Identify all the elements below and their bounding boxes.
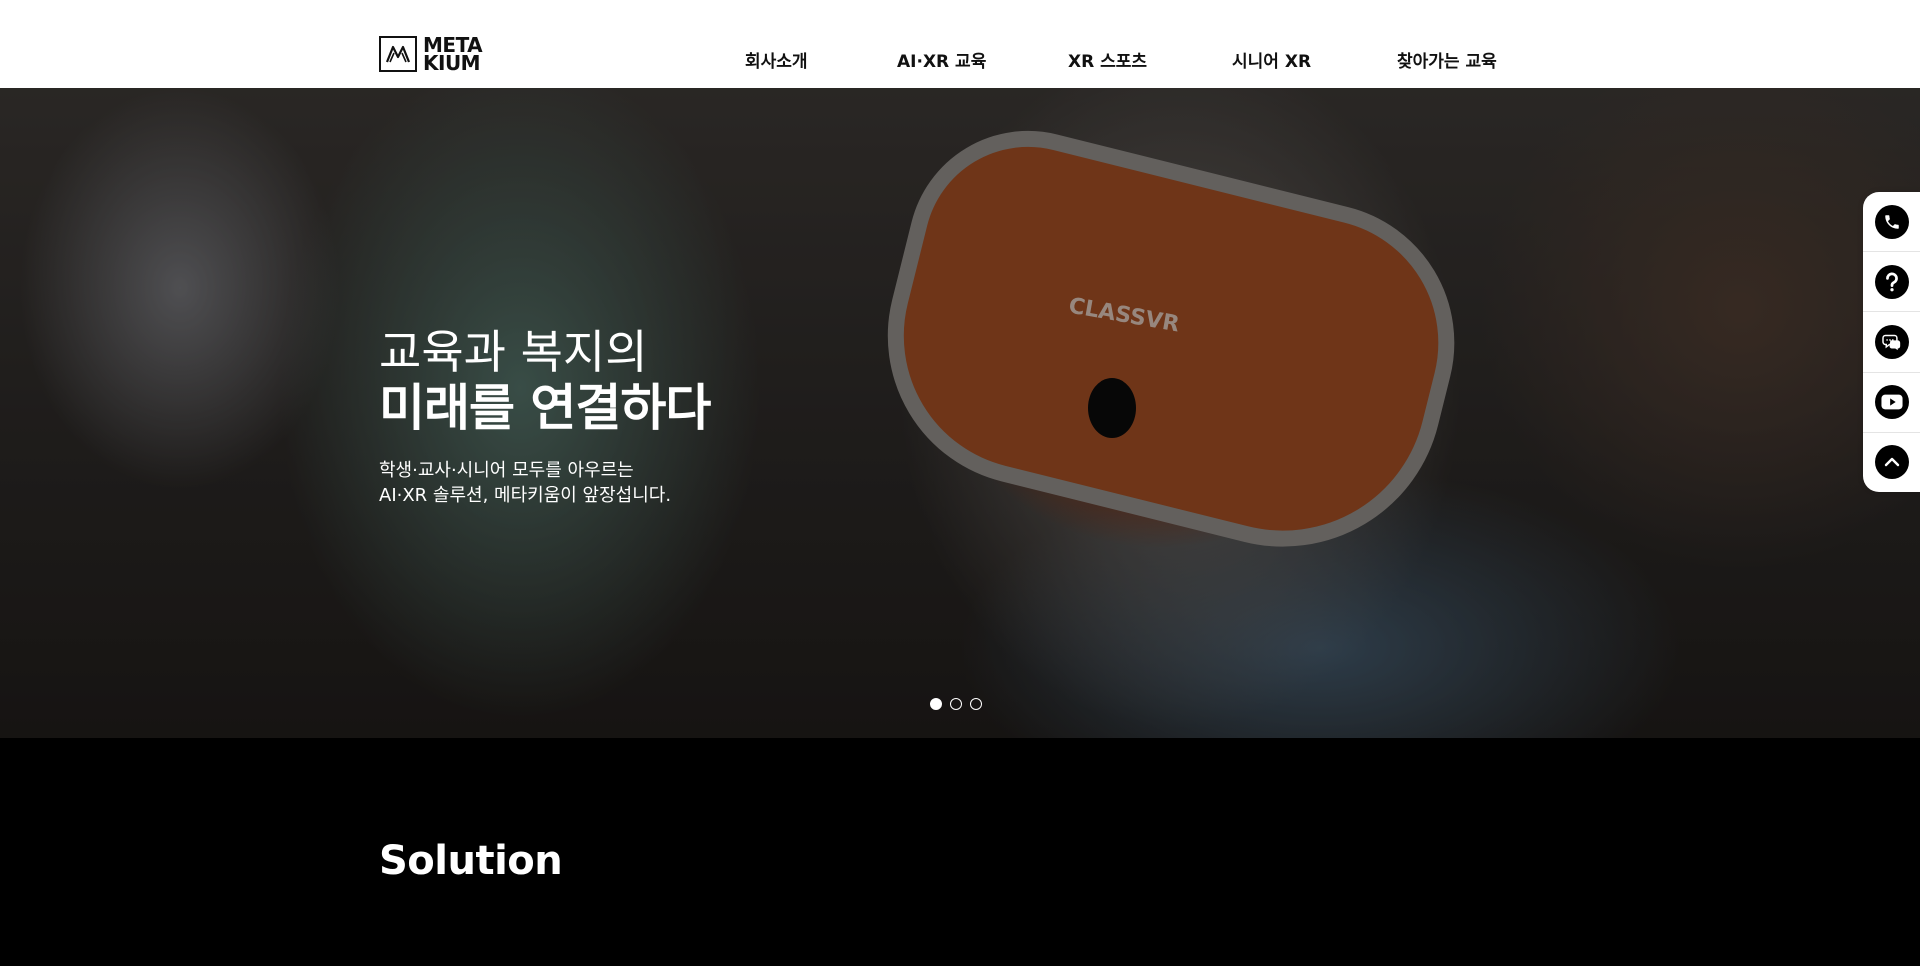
nav-item-senior-xr[interactable]: 시니어 XR xyxy=(1232,47,1311,72)
site-header: META KIUM 회사소개 AI·XR 교육 XR 스포츠 시니어 XR 찾아… xyxy=(0,0,1920,88)
quick-chat-button[interactable] xyxy=(1863,312,1920,373)
slider-dot-1[interactable] xyxy=(930,698,942,710)
chevron-up-icon xyxy=(1874,445,1909,480)
hero-description-line-1: 학생·교사·시니어 모두를 아우르는 xyxy=(379,460,634,481)
phone-icon xyxy=(1874,204,1909,239)
nav-item-company[interactable]: 회사소개 xyxy=(745,47,808,72)
quick-call-button[interactable] xyxy=(1863,192,1920,253)
hero-text: 교육과 복지의 미래를 연결하다 학생·교사·시니어 모두를 아우르는 AI·X… xyxy=(379,324,711,508)
main-nav: 회사소개 AI·XR 교육 XR 스포츠 시니어 XR 찾아가는 교육 xyxy=(0,47,1920,72)
nav-item-xr-sports[interactable]: XR 스포츠 xyxy=(1068,47,1147,72)
quick-menu xyxy=(1863,192,1920,492)
slider-pagination xyxy=(930,698,982,710)
nav-item-visiting-education[interactable]: 찾아가는 교육 xyxy=(1397,47,1497,72)
slider-dot-3[interactable] xyxy=(970,698,982,710)
hero-overlay xyxy=(0,88,1920,738)
quick-scroll-top-button[interactable] xyxy=(1863,433,1920,492)
nav-item-ai-xr-education[interactable]: AI·XR 교육 xyxy=(897,47,986,72)
youtube-icon xyxy=(1874,385,1909,420)
hero-title-bold: 미래를 연결하다 xyxy=(379,379,711,437)
solution-title: Solution xyxy=(379,838,563,884)
quick-faq-button[interactable] xyxy=(1863,252,1920,313)
solution-section: Solution xyxy=(0,738,1920,966)
hero-description: 학생·교사·시니어 모두를 아우르는 AI·XR 솔루션, 메타키움이 앞장섭니… xyxy=(379,458,710,508)
chat-icon xyxy=(1874,325,1909,359)
slider-dot-2[interactable] xyxy=(950,698,962,710)
hero-description-line-2: AI·XR 솔루션, 메타키움이 앞장섭니다. xyxy=(379,485,672,506)
hero-title-light: 교육과 복지의 xyxy=(379,325,648,379)
quick-youtube-button[interactable] xyxy=(1863,373,1920,433)
hero-slider: CLASSVR 교육과 복지의 미래를 연결하다 학생·교사·시니어 모두를 아… xyxy=(0,88,1920,738)
question-icon xyxy=(1874,264,1909,299)
